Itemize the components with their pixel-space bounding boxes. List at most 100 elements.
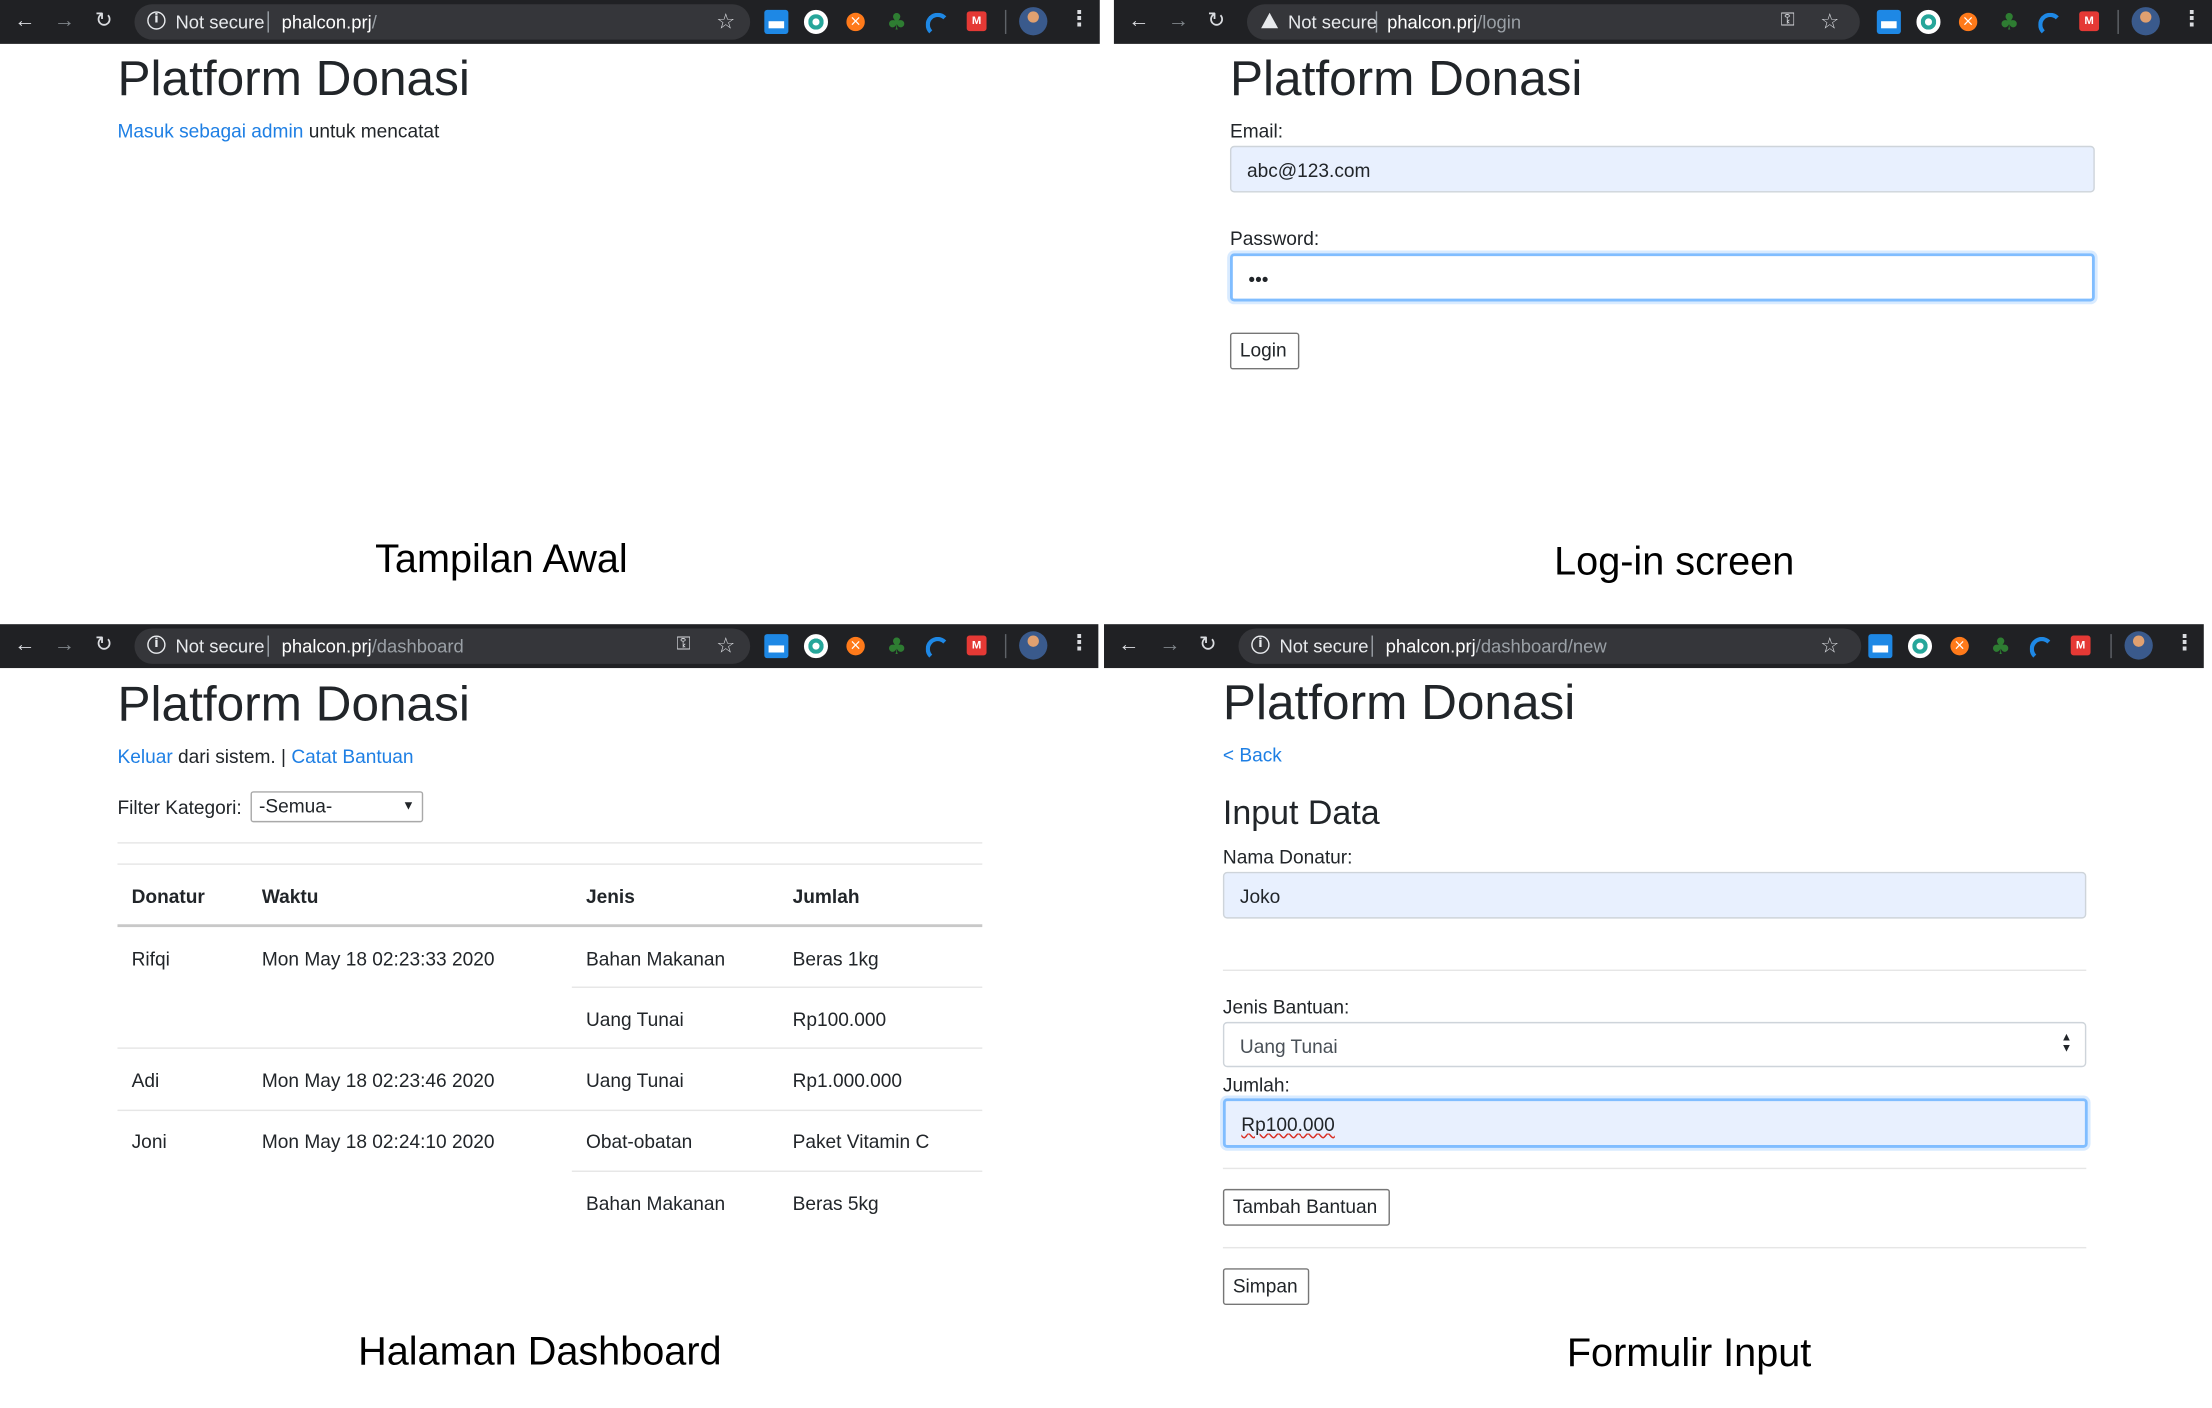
extension-icon-3[interactable]: × xyxy=(846,12,865,32)
not-secure-label: Not secure xyxy=(175,11,265,33)
select-updown-icon: ▲ ▼ xyxy=(2060,1030,2073,1055)
category-filter-select[interactable]: -Semua- ▼ xyxy=(250,791,424,823)
extension-icon-5[interactable] xyxy=(2038,12,2063,37)
star-icon[interactable]: ☆ xyxy=(1820,8,1839,34)
caption-form: Formulir Input xyxy=(1566,1330,1812,1375)
donor-name-field[interactable]: Joko xyxy=(1222,871,2087,919)
login-button[interactable]: Login xyxy=(1229,332,1300,370)
warning-icon[interactable] xyxy=(1261,12,1279,29)
extension-icon-2[interactable] xyxy=(1916,9,1941,34)
extension-icon-4[interactable]: ♣ xyxy=(1989,634,2013,658)
extension-icon-1[interactable] xyxy=(764,9,789,34)
cell-donatur: Adi xyxy=(131,1070,160,1092)
address-bar[interactable]: i Not secure phalcon.prj/ ☆ xyxy=(134,4,751,40)
aid-type-value: Uang Tunai xyxy=(1239,1036,1338,1058)
aid-type-select[interactable]: Uang Tunai ▲ ▼ xyxy=(1222,1021,2087,1068)
extension-icon-4[interactable]: ♣ xyxy=(885,634,909,658)
extension-icon-1[interactable] xyxy=(764,634,789,659)
info-icon[interactable]: i xyxy=(1251,635,1270,654)
info-icon[interactable]: i xyxy=(147,635,166,654)
cell-jenis: Uang Tunai xyxy=(585,1009,684,1031)
logout-link[interactable]: Keluar xyxy=(117,746,172,767)
admin-login-link[interactable]: Masuk sebagai admin xyxy=(117,120,303,141)
address-bar[interactable]: i Not secure phalcon.prj/dashboard ⚿ ☆ xyxy=(134,628,751,664)
column-header-donatur: Donatur xyxy=(131,886,205,908)
back-arrow-icon[interactable]: ← xyxy=(14,634,35,655)
extension-icon-5[interactable] xyxy=(925,12,950,37)
login-prompt-suffix: untuk mencatat xyxy=(308,120,440,142)
reload-icon[interactable]: ↻ xyxy=(1199,634,1217,655)
extension-icon-3[interactable]: × xyxy=(1950,636,1969,656)
cell-jumlah: Rp100.000 xyxy=(792,1009,887,1031)
category-filter-value: -Semua- xyxy=(259,795,333,817)
extension-icon-4[interactable]: ♣ xyxy=(1997,10,2021,34)
extension-icon-2[interactable] xyxy=(803,634,829,659)
kebab-menu-icon[interactable]: ⋮ xyxy=(1069,633,1090,654)
separator xyxy=(1371,635,1373,657)
email-label: Email: xyxy=(1229,120,1284,142)
extension-icon-6[interactable]: M xyxy=(2079,11,2100,32)
key-icon[interactable]: ⚿ xyxy=(1781,10,1795,31)
star-icon[interactable]: ☆ xyxy=(1820,633,1839,658)
kebab-menu-icon[interactable]: ⋮ xyxy=(2181,8,2202,29)
record-donation-link[interactable]: Catat Bantuan xyxy=(291,746,413,767)
extension-icon-6[interactable]: M xyxy=(966,11,987,32)
add-aid-button[interactable]: Tambah Bantuan xyxy=(1222,1188,1390,1226)
extension-icon-2[interactable] xyxy=(1907,634,1933,659)
back-link[interactable]: < Back xyxy=(1223,746,1282,765)
reload-icon[interactable]: ↻ xyxy=(95,634,113,655)
extension-icon-5[interactable] xyxy=(925,636,950,661)
info-icon[interactable]: i xyxy=(147,11,166,30)
login-prompt: Masuk sebagai admin untuk mencatat xyxy=(117,120,440,142)
row-divider xyxy=(571,986,983,988)
back-arrow-icon[interactable]: ← xyxy=(1118,634,1139,655)
url: phalcon.prj/dashboard/new xyxy=(1385,635,1607,657)
address-bar[interactable]: i Not secure phalcon.prj/dashboard/new ☆ xyxy=(1238,628,1862,664)
reload-icon[interactable]: ↻ xyxy=(95,10,113,31)
extension-icon-3[interactable]: × xyxy=(846,636,865,656)
aid-type-label: Jenis Bantuan: xyxy=(1222,996,1350,1018)
cell-donatur: Joni xyxy=(131,1130,167,1153)
extension-icon-2[interactable] xyxy=(803,9,829,34)
logout-suffix: dari sistem. | xyxy=(178,745,287,768)
email-field[interactable]: abc@123.com xyxy=(1229,145,2095,193)
forward-arrow-icon[interactable]: → xyxy=(1168,10,1189,31)
column-header-jenis: Jenis xyxy=(585,886,635,908)
password-field[interactable]: ••• xyxy=(1229,253,2095,302)
kebab-menu-icon[interactable]: ⋮ xyxy=(1069,8,1090,29)
forward-arrow-icon[interactable]: → xyxy=(1159,634,1180,655)
back-arrow-icon[interactable]: ← xyxy=(14,10,35,31)
filter-label: Filter Kategori: xyxy=(117,796,242,819)
extension-icon-4[interactable]: ♣ xyxy=(885,10,909,34)
row-divider xyxy=(117,1109,983,1112)
forward-arrow-icon[interactable]: → xyxy=(54,634,75,655)
address-bar[interactable]: Not secure phalcon.prj/login ⚿ ☆ xyxy=(1246,4,1860,40)
extension-icon-3[interactable]: × xyxy=(1958,12,1978,32)
page-title: Platform Donasi xyxy=(117,50,470,107)
extension-icon-6[interactable]: M xyxy=(966,635,987,656)
extension-icon-6[interactable]: M xyxy=(2070,635,2091,656)
amount-field[interactable]: Rp100.000 xyxy=(1222,1098,2088,1148)
donor-name-label: Nama Donatur: xyxy=(1222,846,1353,868)
key-icon[interactable]: ⚿ xyxy=(677,634,691,655)
cell-jumlah: Beras 1kg xyxy=(792,948,879,970)
pane-home: ← → ↻ i Not secure phalcon.prj/ ☆ × ♣ M … xyxy=(0,0,1100,609)
reload-icon[interactable]: ↻ xyxy=(1207,10,1225,31)
extension-icon-1[interactable] xyxy=(1868,634,1893,659)
page-title: Platform Donasi xyxy=(117,676,470,732)
back-arrow-icon[interactable]: ← xyxy=(1128,10,1149,31)
forward-arrow-icon[interactable]: → xyxy=(54,10,75,31)
url: phalcon.prj/ xyxy=(281,11,377,33)
avatar[interactable] xyxy=(2131,7,2160,36)
star-icon[interactable]: ☆ xyxy=(716,8,735,34)
cell-jenis: Bahan Makanan xyxy=(585,948,726,970)
avatar[interactable] xyxy=(1019,7,1048,36)
avatar[interactable] xyxy=(1019,631,1048,660)
password-label: Password: xyxy=(1229,227,1320,250)
kebab-menu-icon[interactable]: ⋮ xyxy=(2174,633,2195,654)
avatar[interactable] xyxy=(2124,631,2153,660)
extension-icon-5[interactable] xyxy=(2029,636,2054,661)
extension-icon-1[interactable] xyxy=(1876,9,1901,34)
save-button[interactable]: Simpan xyxy=(1222,1268,1310,1305)
star-icon[interactable]: ☆ xyxy=(716,633,735,658)
